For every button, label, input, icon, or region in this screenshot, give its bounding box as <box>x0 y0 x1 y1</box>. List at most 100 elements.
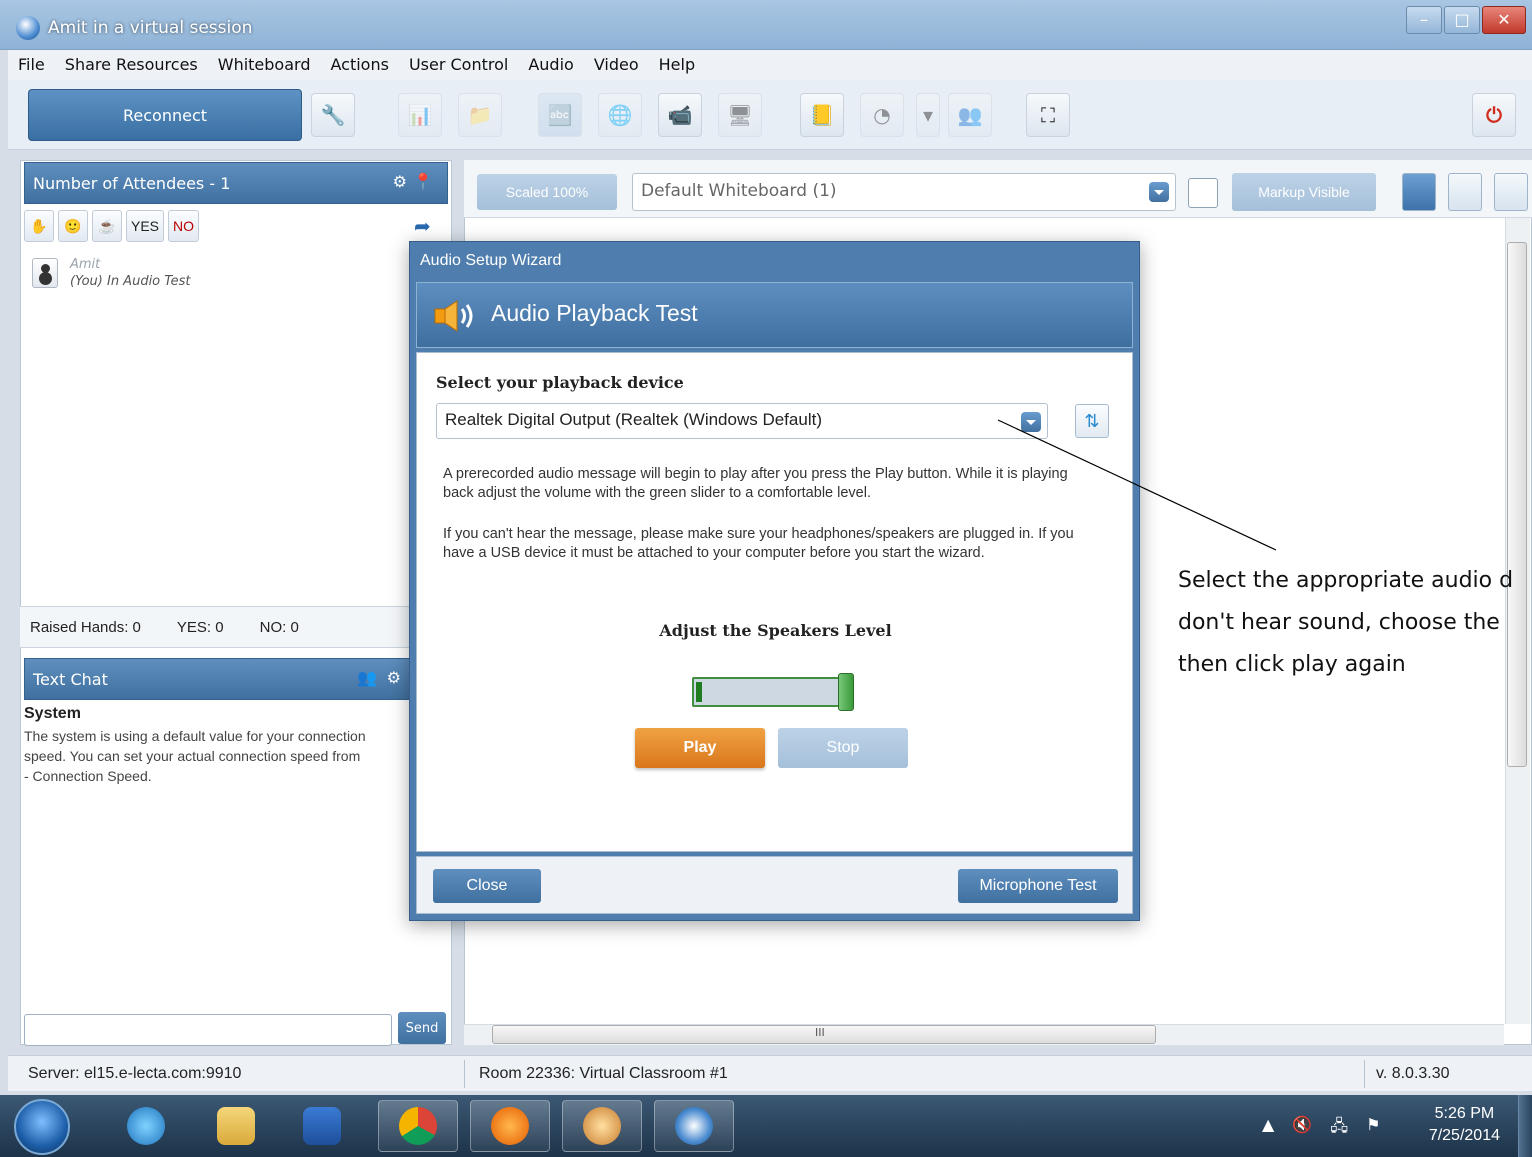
users-icon[interactable]: 👥 <box>357 668 377 687</box>
speaker-level-handle[interactable] <box>838 673 854 711</box>
show-desktop-button[interactable] <box>1518 1095 1532 1157</box>
coffee-icon[interactable]: ☕ <box>92 210 122 242</box>
instructions-troubleshoot: If you can't hear the message, please ma… <box>443 526 1074 561</box>
chat-input[interactable] <box>24 1014 392 1046</box>
chevron-down-icon[interactable] <box>1149 182 1169 202</box>
microphone-test-button[interactable]: Microphone Test <box>958 869 1118 903</box>
pie-chart-icon[interactable]: ◔ <box>860 93 904 137</box>
horizontal-scroll-thumb[interactable]: III <box>492 1025 1156 1044</box>
power-icon[interactable]: ⏻ <box>1472 93 1516 137</box>
yes-button[interactable]: YES <box>126 210 165 242</box>
reconnect-button[interactable]: Reconnect <box>28 89 302 141</box>
dialog-footer: Close Microphone Test <box>416 856 1133 914</box>
annotation-callout: Select the appropriate audio d don't hea… <box>1178 560 1532 686</box>
speaker-level-fill <box>696 682 702 702</box>
network-icon[interactable]: 🖧 <box>1330 1115 1348 1142</box>
server-status: Server: el15.e-lecta.com:9910 <box>28 1065 242 1082</box>
firefox-icon[interactable] <box>470 1100 550 1152</box>
no-button[interactable]: NO <box>168 210 200 242</box>
left-panel <box>20 160 452 1045</box>
start-button[interactable] <box>14 1099 70 1155</box>
fit-page-icon[interactable] <box>1494 173 1528 211</box>
menu-file[interactable]: File <box>8 50 55 80</box>
playback-device-value: Realtek Digital Output (Realtek (Windows… <box>445 410 822 429</box>
smiley-icon[interactable]: 🙂 <box>58 210 88 242</box>
chevron-down-icon[interactable]: ▾ <box>916 93 940 137</box>
close-button[interactable]: Close <box>433 869 541 903</box>
chrome-icon[interactable] <box>378 1100 458 1152</box>
poll-chart-icon[interactable]: 📊 <box>398 93 442 137</box>
audio-settings-icon[interactable]: 🔧 <box>311 93 355 137</box>
maximize-button[interactable]: □ <box>1444 6 1480 34</box>
attendees-header: Number of Attendees - 1 ⚙ 📍 <box>24 162 448 204</box>
action-center-icon[interactable]: ⚑ <box>1366 1115 1380 1142</box>
app-icon <box>16 16 40 40</box>
users-icon[interactable]: 👥 <box>948 93 992 137</box>
audio-setup-dialog: Audio Setup Wizard Audio Playback Test S… <box>409 241 1140 921</box>
text-tool-icon[interactable]: 🔤 <box>538 93 582 137</box>
feedback-counts: Raised Hands: 0 YES: 0 NO: 0 <box>20 606 452 648</box>
menu-help[interactable]: Help <box>649 50 705 80</box>
send-button[interactable]: Send <box>398 1012 446 1044</box>
vertical-scroll-thumb[interactable] <box>1507 242 1527 767</box>
show-hidden-icons-icon[interactable]: ▲ <box>1262 1115 1274 1142</box>
chevron-down-icon[interactable] <box>1021 412 1041 432</box>
no-count: NO: 0 <box>259 618 299 636</box>
whiteboard-select[interactable]: Default Whiteboard (1) <box>632 173 1176 211</box>
text-chat-header: Text Chat 👥 ⚙ <box>24 658 448 700</box>
dialog-banner: Audio Playback Test <box>416 282 1133 348</box>
refresh-icon[interactable]: ⇅ <box>1075 404 1109 438</box>
window-title: Amit in a virtual session <box>48 18 253 38</box>
virtual-session-icon[interactable] <box>654 1100 734 1152</box>
web-browser-icon[interactable]: 🌐 <box>598 93 642 137</box>
taskbar: ▲ 🔇 🖧 ⚑ 5:26 PM 7/25/2014 <box>0 1095 1532 1157</box>
markup-visible-button[interactable]: Markup Visible <box>1232 173 1376 211</box>
minimize-button[interactable]: – <box>1406 6 1442 34</box>
window-titlebar: Amit in a virtual session – □ ✕ <box>0 0 1532 50</box>
desktop-share-icon[interactable]: 🖥 <box>718 93 762 137</box>
share-arrow-icon[interactable]: ➦ <box>414 214 431 238</box>
location-pin-icon[interactable]: 📍 <box>413 172 433 191</box>
stop-button[interactable]: Stop <box>778 728 908 768</box>
folder-icon[interactable]: 📁 <box>458 93 502 137</box>
media-player-icon[interactable] <box>282 1100 362 1152</box>
gear-icon[interactable]: ⚙ <box>387 668 401 687</box>
volume-muted-icon[interactable]: 🔇 <box>1292 1115 1312 1142</box>
fullscreen-icon[interactable]: ⛶ <box>1026 93 1070 137</box>
menu-audio[interactable]: Audio <box>518 50 583 80</box>
instructions-play: A prerecorded audio message will begin t… <box>443 466 1068 501</box>
gear-icon[interactable]: ⚙ <box>393 172 407 191</box>
menu-actions[interactable]: Actions <box>320 50 398 80</box>
menu-whiteboard[interactable]: Whiteboard <box>208 50 321 80</box>
room-status: Room 22336: Virtual Classroom #1 <box>479 1065 728 1082</box>
yes-count: YES: 0 <box>176 618 224 636</box>
scaled-button[interactable]: Scaled 100% <box>477 174 617 210</box>
clock-date: 7/25/2014 <box>1428 1127 1500 1144</box>
close-window-button[interactable]: ✕ <box>1482 6 1526 34</box>
speakers-level-label: Adjust the Speakers Level <box>659 621 892 640</box>
avatar <box>32 258 58 288</box>
fit-width-icon[interactable] <box>1448 173 1482 211</box>
menu-video[interactable]: Video <box>584 50 649 80</box>
whiteboard-selected: Default Whiteboard (1) <box>641 181 837 201</box>
menu-share-resources[interactable]: Share Resources <box>55 50 208 80</box>
notes-icon[interactable]: 📒 <box>800 93 844 137</box>
single-page-view-icon[interactable] <box>1402 173 1436 211</box>
file-explorer-icon[interactable] <box>196 1100 276 1152</box>
main-toolbar: Reconnect 🔧 📊 📁 🔤 🌐 📹 🖥 📒 ◔ ▾ 👥 ⛶ ⏻ <box>8 80 1532 150</box>
video-camera-icon[interactable]: 📹 <box>658 93 702 137</box>
raise-hand-icon[interactable]: ✋ <box>24 210 54 242</box>
chat-message: The system is using a default value for … <box>24 728 366 784</box>
markup-checkbox[interactable] <box>1188 178 1218 208</box>
menu-user-control[interactable]: User Control <box>399 50 518 80</box>
internet-explorer-icon[interactable] <box>106 1100 186 1152</box>
playback-device-select[interactable]: Realtek Digital Output (Realtek (Windows… <box>436 403 1048 439</box>
clock[interactable]: 5:26 PM 7/25/2014 <box>1429 1103 1500 1147</box>
play-button[interactable]: Play <box>635 728 765 768</box>
version-status: v. 8.0.3.30 <box>1376 1065 1450 1082</box>
speaker-level-slider[interactable] <box>692 677 848 707</box>
paint-icon[interactable] <box>562 1100 642 1152</box>
attendee-name: Amit <box>70 257 101 272</box>
speaker-icon <box>434 300 473 332</box>
system-tray: ▲ 🔇 🖧 ⚑ <box>1262 1115 1380 1142</box>
